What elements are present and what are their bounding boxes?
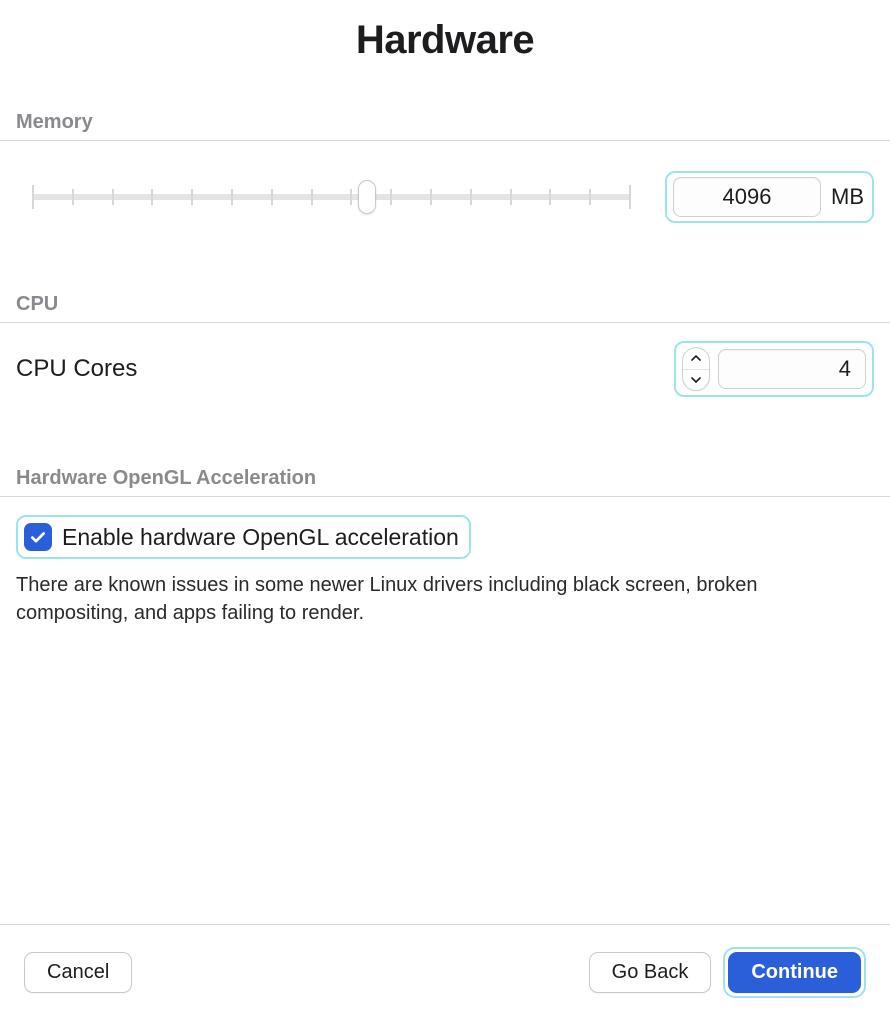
cpu-row: CPU Cores — [16, 323, 874, 397]
opengl-section: Hardware OpenGL Acceleration Enable hard… — [16, 467, 874, 627]
opengl-checkbox[interactable] — [24, 523, 52, 551]
cpu-section: CPU CPU Cores — [16, 293, 874, 397]
opengl-note: There are known issues in some newer Lin… — [16, 571, 874, 627]
memory-slider-thumb[interactable] — [358, 180, 376, 214]
go-back-button[interactable]: Go Back — [589, 952, 712, 993]
memory-row: MB — [16, 141, 874, 223]
cpu-stepper-up[interactable] — [683, 348, 709, 370]
cpu-stepper-down[interactable] — [683, 370, 709, 391]
cpu-cores-input[interactable] — [718, 349, 866, 389]
footer: Cancel Go Back Continue — [0, 924, 890, 1024]
memory-unit-label: MB — [831, 184, 864, 210]
cancel-button[interactable]: Cancel — [24, 952, 132, 993]
divider — [0, 496, 890, 497]
cpu-cores-label: CPU Cores — [16, 355, 137, 383]
cpu-section-header: CPU — [16, 293, 874, 316]
chevron-down-icon — [691, 377, 701, 383]
memory-input[interactable] — [673, 177, 821, 217]
opengl-checkbox-row[interactable]: Enable hardware OpenGL acceleration — [16, 515, 471, 559]
footer-right: Go Back Continue — [589, 947, 866, 998]
chevron-up-icon — [691, 355, 701, 361]
continue-button[interactable]: Continue — [728, 952, 861, 993]
memory-field-group: MB — [665, 171, 874, 223]
page-title: Hardware — [16, 18, 874, 63]
memory-section-header: Memory — [16, 111, 874, 134]
cpu-stepper — [682, 347, 710, 391]
continue-button-highlight: Continue — [723, 947, 866, 998]
memory-slider[interactable] — [16, 194, 647, 200]
opengl-section-header: Hardware OpenGL Acceleration — [16, 467, 874, 490]
check-icon — [29, 528, 47, 546]
cpu-field-group — [674, 341, 874, 397]
memory-section: Memory MB — [16, 111, 874, 223]
opengl-checkbox-label: Enable hardware OpenGL acceleration — [62, 524, 459, 551]
